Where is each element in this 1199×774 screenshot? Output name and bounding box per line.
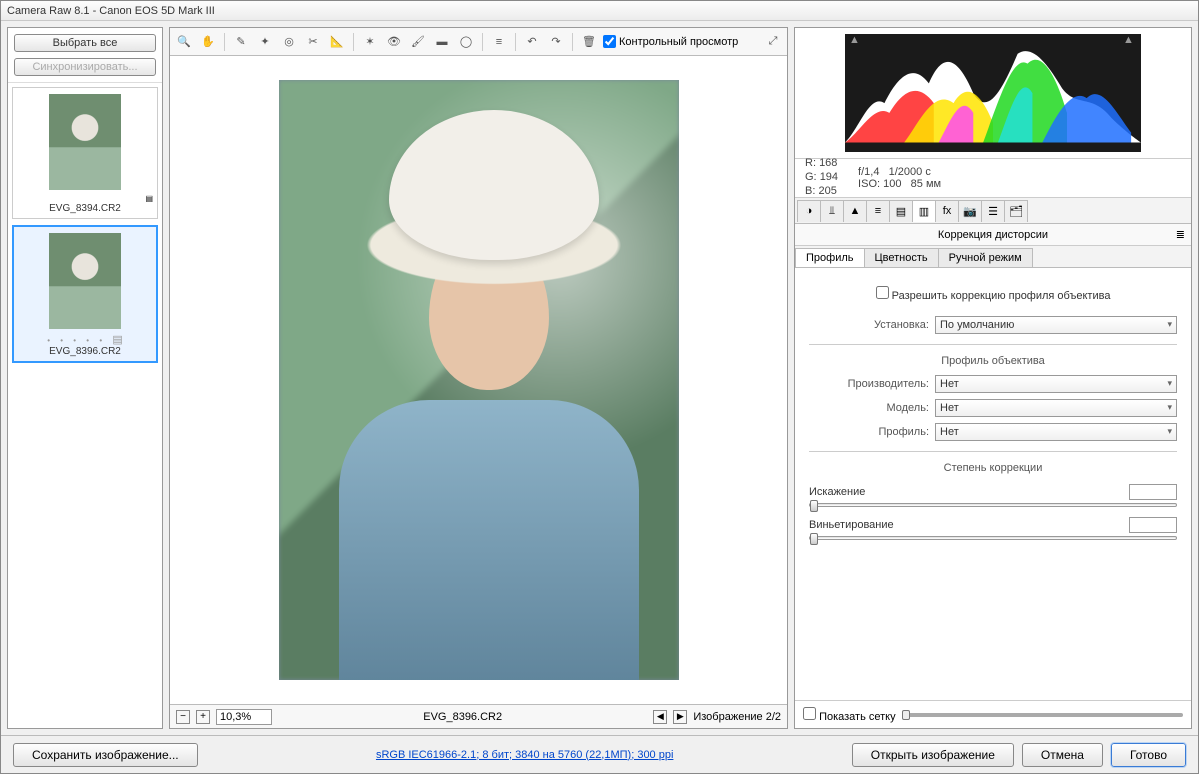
spot-removal-icon[interactable]: ✶ [360,32,380,52]
tab-presets-icon[interactable]: ☰ [981,200,1005,222]
targeted-adjust-icon[interactable]: ◎ [279,32,299,52]
thumbnail[interactable]: ▤ EVG_8394.CR2 [12,87,158,219]
tab-curve-icon[interactable]: ⫫ [820,200,844,222]
model-select[interactable]: Нет [935,399,1177,417]
aperture-value: f/1,4 [858,166,879,178]
prev-image-button[interactable]: ◀ [653,710,667,724]
enable-profile-checkbox[interactable] [876,286,889,299]
select-all-button[interactable]: Выбрать все [14,34,156,52]
tab-snapshots-icon[interactable]: 🗂 [1004,200,1028,222]
adjustments-panel: ▲ ▲ R: 168 G: 194 B: 205 [794,27,1192,729]
grid-row: Показать сетку [795,700,1191,728]
adjustment-tabstrip: ◑ ⫫ ▲ ≡ ▤ ▥ fx 📷 ☰ 🗂 [795,198,1191,224]
crop-tool-icon[interactable]: ✂ [303,32,323,52]
camera-info: R: 168 G: 194 B: 205 f/1,4 1/2000 с ISO:… [795,158,1191,198]
delete-icon[interactable]: 🗑 [579,32,599,52]
radial-filter-icon[interactable]: ◯ [456,32,476,52]
current-filename: EVG_8396.CR2 [278,711,647,723]
tab-basic-icon[interactable]: ◑ [797,200,821,222]
white-balance-tool-icon[interactable]: ✎ [231,32,251,52]
tab-lens-icon[interactable]: ▥ [912,200,936,222]
histogram-curve [845,34,1141,143]
histogram[interactable]: ▲ ▲ [795,28,1191,158]
grid-size-slider[interactable] [902,713,1183,717]
color-sampler-icon[interactable]: ✦ [255,32,275,52]
rotate-cw-icon[interactable]: ↷ [546,32,566,52]
graduated-filter-icon[interactable]: ▬ [432,32,452,52]
setup-select[interactable]: По умолчанию [935,316,1177,334]
thumbnail[interactable]: • • • • • ▤ EVG_8396.CR2 [12,225,158,363]
footer: Сохранить изображение... sRGB IEC61966-2… [1,735,1198,773]
done-button[interactable]: Готово [1111,743,1186,767]
lens-subtabs: Профиль Цветность Ручной режим [795,246,1191,268]
enable-profile-correction[interactable]: Разрешить коррекцию профиля объектива [876,290,1111,302]
tab-camera-icon[interactable]: 📷 [958,200,982,222]
profile-select[interactable]: Нет [935,423,1177,441]
save-image-button[interactable]: Сохранить изображение... [13,743,198,767]
image-canvas[interactable] [170,56,787,704]
zoom-in-button[interactable]: + [196,710,210,724]
workflow-options-link[interactable]: sRGB IEC61966-2.1; 8 бит; 3840 на 5760 (… [376,749,673,761]
g-value: 194 [820,171,838,183]
distortion-slider[interactable]: Искажение [809,484,1177,507]
subtab-color[interactable]: Цветность [864,248,939,267]
synchronize-button[interactable]: Синхронизировать... [14,58,156,76]
correction-amount-heading: Степень коррекции [809,462,1177,474]
open-image-button[interactable]: Открыть изображение [852,743,1014,767]
preview-image [279,80,679,680]
lens-profile-form: Разрешить коррекцию профиля объектива Ус… [795,268,1191,700]
thumbnail-label: EVG_8396.CR2 [18,346,152,357]
maker-select[interactable]: Нет [935,375,1177,393]
rotate-ccw-icon[interactable]: ↶ [522,32,542,52]
focal-value: 85 мм [911,178,941,190]
show-grid-toggle[interactable]: Показать сетку [803,707,896,723]
zoom-level-input[interactable] [216,709,272,725]
next-image-button[interactable]: ▶ [673,710,687,724]
tab-hsl-icon[interactable]: ≡ [866,200,890,222]
cancel-button[interactable]: Отмена [1022,743,1103,767]
adjustment-brush-icon[interactable]: 🖌 [408,32,428,52]
vignette-value[interactable] [1129,517,1177,533]
distortion-value[interactable] [1129,484,1177,500]
fullscreen-icon[interactable]: ⤢ [763,32,783,52]
titlebar: Camera Raw 8.1 - Canon EOS 5D Mark III [1,1,1198,21]
thumbnail-label: EVG_8394.CR2 [17,203,153,214]
hand-tool-icon[interactable]: ✋ [198,32,218,52]
preferences-icon[interactable]: ≡ [489,32,509,52]
panel-menu-icon[interactable]: ≣ [1176,228,1185,241]
thumbnail-image [49,94,121,190]
section-title: Коррекция дисторсии ≣ [795,224,1191,246]
rating-dots[interactable]: • • • • • ▤ [18,333,152,346]
subtab-profile[interactable]: Профиль [795,248,865,267]
zoom-tool-icon[interactable]: 🔍 [174,32,194,52]
red-eye-icon[interactable]: 👁 [384,32,404,52]
window-title: Camera Raw 8.1 - Canon EOS 5D Mark III [7,5,215,17]
preview-panel: 🔍 ✋ ✎ ✦ ◎ ✂ 📐 ✶ 👁 🖌 ▬ ◯ ≡ ↶ ↷ � [169,27,788,729]
main-toolbar: 🔍 ✋ ✎ ✦ ◎ ✂ 📐 ✶ 👁 🖌 ▬ ◯ ≡ ↶ ↷ � [170,28,787,56]
filmstrip-panel: Выбрать все Синхронизировать... ▤ EVG_83… [7,27,163,729]
preview-checkbox[interactable] [603,35,616,48]
image-counter: Изображение 2/2 [693,711,781,723]
show-grid-checkbox[interactable] [803,707,816,720]
tab-fx-icon[interactable]: fx [935,200,959,222]
straighten-tool-icon[interactable]: 📐 [327,32,347,52]
zoom-out-button[interactable]: − [176,710,190,724]
preview-toggle[interactable]: Контрольный просмотр [603,35,738,48]
subtab-manual[interactable]: Ручной режим [938,248,1033,267]
tab-detail-icon[interactable]: ▲ [843,200,867,222]
thumbnail-image [49,233,121,329]
r-value: 168 [819,157,837,169]
b-value: 205 [818,185,836,197]
iso-value: 100 [883,178,901,190]
vignette-slider[interactable]: Виньетирование [809,517,1177,540]
tab-split-icon[interactable]: ▤ [889,200,913,222]
preview-status-bar: − + EVG_8396.CR2 ◀ ▶ Изображение 2/2 [170,704,787,728]
camera-raw-window: Camera Raw 8.1 - Canon EOS 5D Mark III В… [0,0,1199,774]
lens-profile-heading: Профиль объектива [809,355,1177,367]
shutter-value: 1/2000 с [889,166,931,178]
